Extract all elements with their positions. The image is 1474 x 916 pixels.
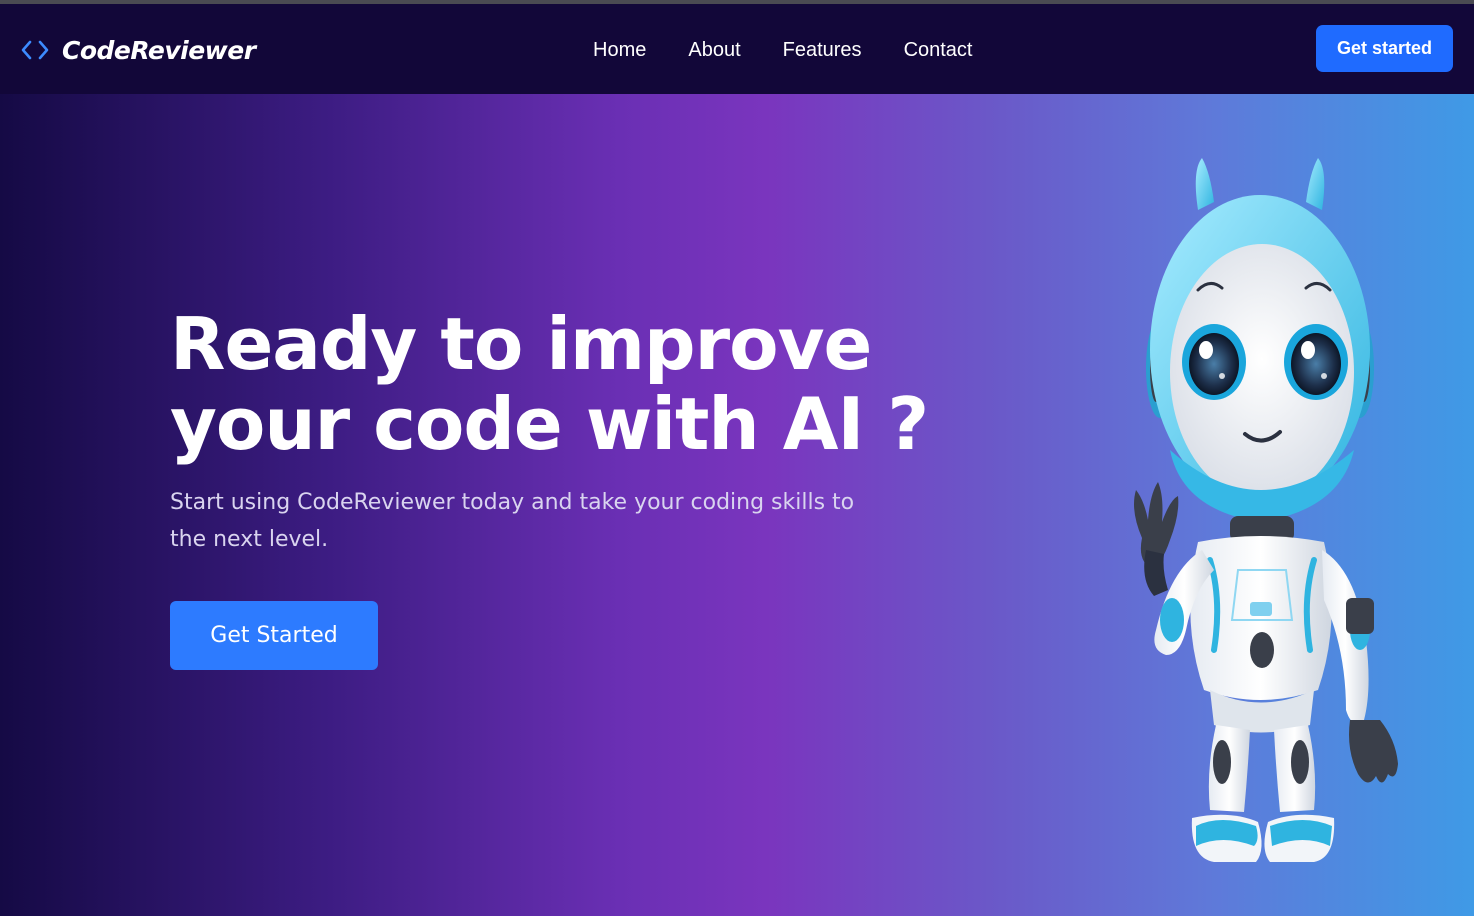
hero-subtitle: Start using CodeReviewer today and take … <box>170 490 855 552</box>
hero-title: Ready to improve your code with AI ? <box>170 304 950 464</box>
nav-menu: Home About Features Contact <box>593 34 973 66</box>
navbar: CodeReviewer Home About Features Contact… <box>0 4 1474 94</box>
hero-title-line-2: your code with AI ? <box>170 382 929 466</box>
brand-name: CodeReviewer <box>62 35 256 65</box>
brand-logo[interactable]: CodeReviewer <box>20 30 256 70</box>
nav-link-contact[interactable]: Contact <box>904 39 973 62</box>
hero-section: Ready to improve your code with AI ? Sta… <box>0 94 1474 916</box>
hero-title-line-1: Ready to improve <box>170 302 872 386</box>
robot-mascot-illustration <box>1110 150 1410 870</box>
get-started-hero-button[interactable]: Get Started <box>170 601 378 670</box>
code-brackets-icon <box>20 39 50 61</box>
nav-link-home[interactable]: Home <box>593 39 646 62</box>
nav-link-features[interactable]: Features <box>783 39 862 62</box>
nav-link-about[interactable]: About <box>688 39 740 62</box>
get-started-nav-button[interactable]: Get started <box>1316 25 1453 72</box>
